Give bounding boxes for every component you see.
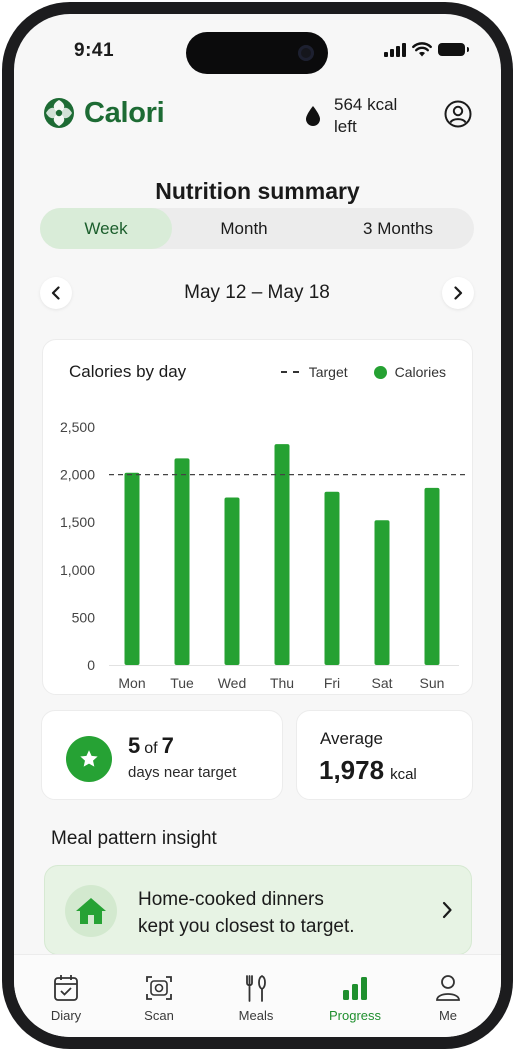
scan-icon	[146, 976, 172, 1000]
utensils-icon	[246, 974, 266, 1002]
nav-meals[interactable]: Meals	[211, 973, 301, 1023]
y-tick-label: 0	[87, 657, 95, 673]
calories-bar-chart: 0 500 1,000 1,500 2,000 2,500 Mon Tue Wed Thu Fri S…	[60, 419, 465, 691]
x-tick-label: Sun	[420, 675, 445, 691]
calories-legend-dot	[373, 365, 387, 379]
next-week-button[interactable]	[442, 277, 474, 309]
bar-tue	[174, 458, 190, 665]
logo-mark-icon	[44, 98, 74, 128]
x-tick-label: Mon	[118, 675, 145, 691]
x-tick-label: Fri	[324, 675, 340, 691]
chart-legend: Target Calories	[280, 364, 446, 380]
near-target-card: 5 of 7 days near target	[41, 710, 283, 800]
average-card: Average 1,978 kcal	[296, 710, 473, 800]
wifi-icon	[412, 42, 432, 57]
nav-label-progress: Progress	[328, 1008, 382, 1023]
date-range: May 12 – May 18	[184, 282, 330, 303]
x-tick-label: Sat	[371, 675, 392, 691]
chevron-right-icon	[454, 286, 463, 300]
legend-target-label: Target	[308, 364, 348, 380]
app-header: Calori 564 kcal left	[14, 92, 501, 142]
chart-title: Calories by day	[69, 362, 187, 381]
home-icon	[76, 898, 106, 924]
kcal-left-text: 564 kcal left	[334, 95, 398, 136]
y-tick-label: 2,500	[60, 419, 95, 435]
x-tick-label: Thu	[270, 675, 294, 691]
y-tick-label: 2,000	[60, 467, 95, 483]
date-navigator: May 12 – May 18	[40, 277, 474, 309]
calendar-icon	[54, 975, 78, 1001]
bar-wed	[224, 497, 240, 665]
tab-month[interactable]: Month	[178, 208, 310, 249]
x-tick-label: Wed	[218, 675, 247, 691]
page-title: Nutrition summary	[155, 178, 360, 204]
star-badge	[66, 736, 112, 782]
average-value: 1,978 kcal	[319, 755, 417, 785]
chevron-left-icon	[51, 286, 60, 300]
calories-chart-card: 0 500 1,000 1,500 2,000 2,500 Mon Tue Wed Thu Fri S…	[42, 339, 473, 695]
nav-me[interactable]: Me	[403, 973, 493, 1023]
period-selector: Week Month 3 Months	[40, 208, 474, 249]
previous-week-button[interactable]	[40, 277, 72, 309]
target-line-legend-icon	[280, 371, 299, 373]
y-tick-label: 1,500	[60, 514, 95, 530]
meal-insight-card[interactable]: Home-cooked dinners kept you closest to …	[44, 865, 472, 955]
dynamic-island	[186, 32, 328, 74]
camera-icon	[298, 45, 314, 61]
legend-calories-label: Calories	[394, 364, 446, 380]
status-time: 9:41	[74, 40, 115, 61]
chevron-right-icon	[442, 901, 452, 919]
bottom-nav: Diary Scan Meals Progress Me	[14, 954, 501, 1037]
bar-mon	[124, 472, 140, 665]
water-drop-icon	[306, 106, 320, 126]
bar-thu	[274, 444, 290, 665]
insight-text: Home-cooked dinners kept you closest to …	[138, 889, 355, 937]
nav-scan[interactable]: Scan	[114, 973, 204, 1023]
profile-icon[interactable]	[444, 100, 472, 128]
near-target-label: days near target	[128, 764, 237, 781]
star-icon	[80, 750, 98, 767]
app-screen: 9:41 Calori 564 kcal left Nutrition summ…	[14, 14, 501, 1037]
app-name: Calori	[84, 96, 165, 129]
kcal-left-indicator[interactable]: 564 kcal left	[304, 94, 414, 138]
nav-label-meals: Meals	[238, 1008, 274, 1023]
tab-week[interactable]: Week	[40, 208, 172, 249]
bar-sat	[374, 520, 390, 665]
status-icons	[384, 42, 469, 57]
nav-progress[interactable]: Progress	[310, 973, 400, 1023]
near-target-count: 5 of 7	[128, 733, 174, 758]
bar-sun	[424, 487, 440, 665]
cellular-signal-icon	[384, 42, 406, 57]
x-tick-label: Tue	[170, 675, 194, 691]
insight-section-title: Meal pattern insight	[51, 828, 217, 849]
nav-label-me: Me	[438, 1008, 458, 1023]
average-label: Average	[320, 729, 384, 748]
insight-icon-badge	[65, 885, 117, 937]
bar-chart-icon	[343, 977, 367, 1000]
person-icon	[436, 975, 460, 1001]
nav-label-diary: Diary	[50, 1008, 82, 1023]
app-logo[interactable]: Calori	[42, 96, 165, 130]
nav-diary[interactable]: Diary	[21, 973, 111, 1023]
battery-icon	[438, 43, 469, 56]
nav-label-scan: Scan	[144, 1008, 174, 1023]
bar-fri	[324, 491, 340, 665]
y-tick-label: 1,000	[60, 562, 95, 578]
tab-3-months[interactable]: 3 Months	[330, 208, 466, 249]
y-tick-label: 500	[72, 609, 96, 625]
